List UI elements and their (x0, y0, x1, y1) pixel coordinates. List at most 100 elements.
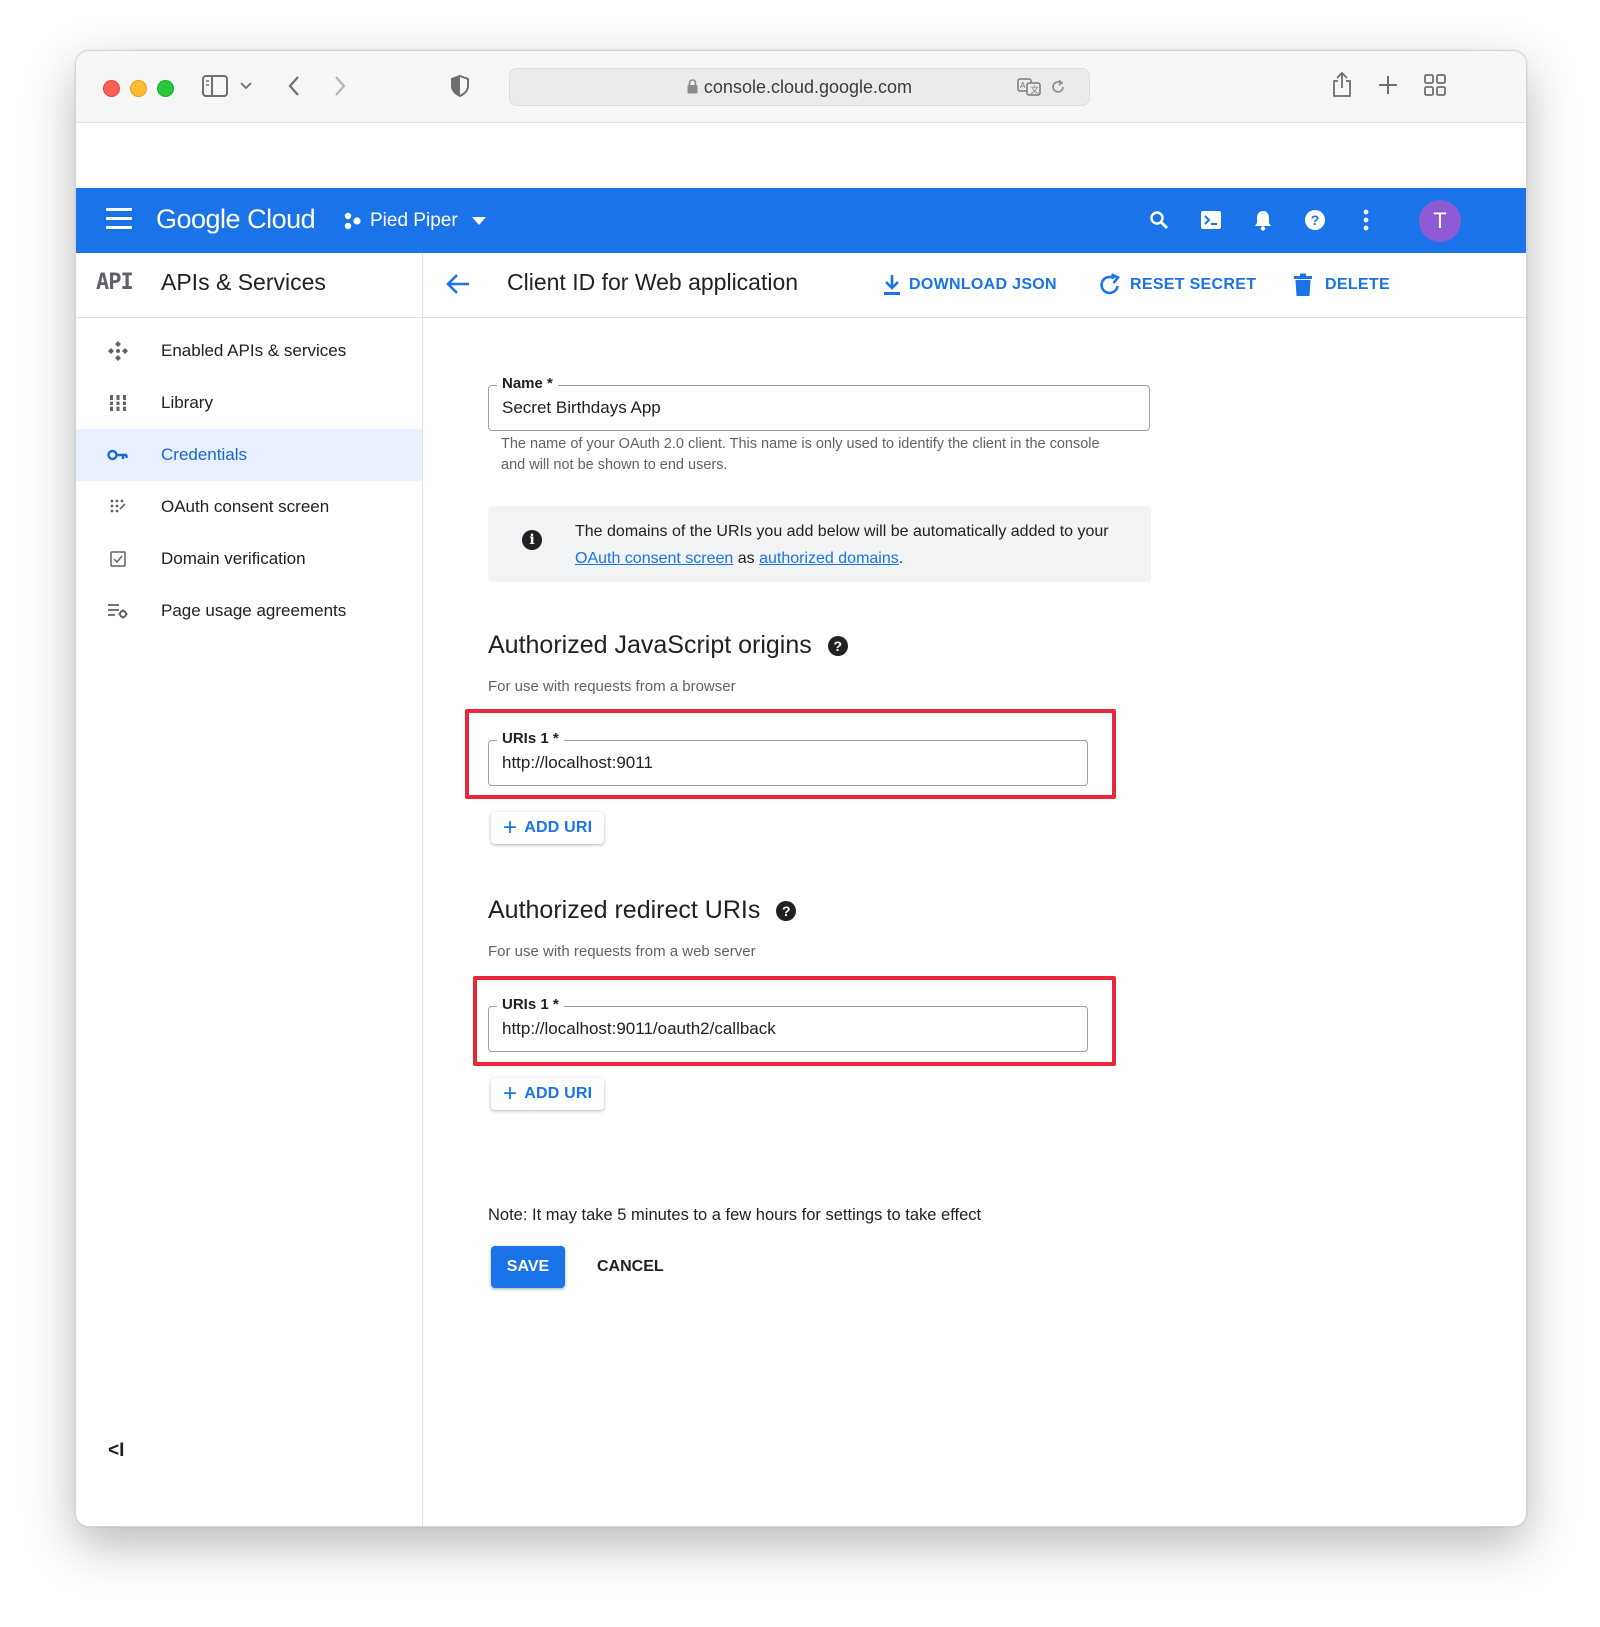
js-origins-title: Authorized JavaScript origins (488, 631, 812, 659)
sidebar-item-label: OAuth consent screen (161, 497, 330, 516)
close-window-button[interactable] (103, 80, 120, 97)
project-icon (344, 212, 362, 230)
tab-overview-icon[interactable] (1423, 73, 1447, 97)
consent-icon (106, 495, 130, 519)
sidebar: API APIs & Services Enabled APIs & servi… (76, 253, 423, 1526)
help-circle-icon[interactable]: ? (827, 635, 848, 656)
refresh-icon (1100, 273, 1121, 295)
project-selector[interactable]: Pied Piper (344, 207, 486, 235)
sidebar-title: APIs & Services (161, 269, 326, 295)
sidebar-item-label: Library (161, 393, 213, 412)
page-title: Client ID for Web application (507, 269, 799, 295)
info-banner: i The domains of the URIs you add below … (488, 506, 1151, 582)
info-icon: i (522, 530, 542, 550)
browser-toolbar: console.cloud.google.com 文A (76, 51, 1526, 123)
info-text-start: The domains of the URIs you add below wi… (575, 523, 1109, 540)
sidebar-item-credentials[interactable]: Credentials (76, 429, 422, 481)
translate-icon[interactable]: 文A (1016, 76, 1042, 98)
info-text: The domains of the URIs you add below wi… (575, 518, 1115, 572)
save-button[interactable]: SAVE (491, 1246, 565, 1288)
minimize-window-button[interactable] (130, 80, 147, 97)
name-field-value: Secret Birthdays App (502, 398, 661, 417)
action-bar: Client ID for Web application DOWNLOAD J… (423, 253, 1526, 318)
checkbox-icon (106, 547, 130, 571)
share-icon[interactable] (1330, 69, 1354, 99)
sidebar-item-label: Page usage agreements (161, 601, 347, 620)
sidebar-item-label: Enabled APIs & services (161, 341, 347, 360)
add-js-origin-button[interactable]: + ADD URI (491, 812, 605, 844)
redirect-uris-heading: Authorized redirect URIs ? (488, 896, 797, 925)
avatar[interactable]: T (1419, 200, 1461, 242)
page-top-area (76, 123, 1526, 188)
sidebar-header: API APIs & Services (76, 253, 422, 318)
maximize-window-button[interactable] (157, 80, 174, 97)
reset-secret-button[interactable]: RESET SECRET (1098, 273, 1256, 297)
info-text-middle: as (733, 550, 760, 567)
help-circle-icon[interactable]: ? (776, 900, 797, 921)
svg-text:文: 文 (1030, 84, 1039, 96)
svg-text:?: ? (1311, 212, 1320, 228)
browser-window: console.cloud.google.com 文A Google Cloud (75, 50, 1527, 1527)
oauth-consent-link[interactable]: OAuth consent screen (575, 550, 733, 567)
sidebar-toggle-icon[interactable] (201, 73, 229, 99)
delete-label: DELETE (1325, 276, 1390, 293)
enabled-apis-icon (106, 339, 130, 363)
redirect-uri-value: http://localhost:9011/oauth2/callback (502, 1019, 776, 1038)
shield-icon[interactable] (449, 73, 471, 99)
js-origins-heading: Authorized JavaScript origins ? (488, 631, 848, 660)
plus-icon: + (503, 814, 518, 841)
lock-icon (687, 70, 698, 106)
sidebar-item-label: Domain verification (161, 549, 306, 568)
add-uri-label: ADD URI (524, 1085, 593, 1102)
back-nav-icon[interactable] (283, 73, 305, 99)
sidebar-item-oauth-consent[interactable]: OAuth consent screen (76, 481, 422, 533)
redirect-uris-subtitle: For use with requests from a web server (488, 943, 756, 960)
notifications-icon[interactable] (1248, 205, 1278, 235)
plus-icon: + (503, 1080, 518, 1107)
js-origin-uri-field[interactable]: URIs 1 * http://localhost:9011 (488, 730, 1088, 786)
download-json-button[interactable]: DOWNLOAD JSON (883, 273, 1057, 297)
cancel-button[interactable]: CANCEL (597, 1246, 664, 1288)
delete-button[interactable]: DELETE (1293, 273, 1390, 297)
url-text: console.cloud.google.com (703, 77, 913, 97)
more-vert-icon[interactable] (1351, 205, 1381, 235)
key-icon (106, 443, 130, 467)
sidebar-item-domain-verification[interactable]: Domain verification (76, 533, 422, 585)
new-tab-icon[interactable] (1376, 73, 1400, 97)
settings-list-icon (106, 599, 130, 623)
info-text-end: . (898, 550, 904, 567)
redirect-uri-field[interactable]: URIs 1 * http://localhost:9011/oauth2/ca… (488, 996, 1088, 1052)
sidebar-item-page-usage[interactable]: Page usage agreements (76, 585, 422, 637)
js-origin-uri-value: http://localhost:9011 (502, 753, 653, 772)
cloud-shell-icon[interactable] (1196, 205, 1226, 235)
back-arrow-icon[interactable] (445, 271, 473, 299)
address-bar[interactable]: console.cloud.google.com 文A (509, 68, 1090, 106)
download-icon (884, 275, 900, 295)
main-content: Client ID for Web application DOWNLOAD J… (423, 253, 1526, 1526)
collapse-sidebar-button[interactable]: <I (108, 1440, 124, 1462)
settings-note: Note: It may take 5 minutes to a few hou… (488, 1206, 982, 1224)
authorized-domains-link[interactable]: authorized domains (759, 550, 899, 567)
menu-icon[interactable] (106, 208, 132, 232)
add-uri-label: ADD URI (524, 819, 593, 836)
trash-icon (1294, 273, 1312, 296)
download-json-label: DOWNLOAD JSON (909, 276, 1057, 293)
redirect-uris-title: Authorized redirect URIs (488, 896, 761, 924)
js-origins-subtitle: For use with requests from a browser (488, 678, 736, 695)
sidebar-item-label: Credentials (161, 445, 247, 464)
caret-down-icon (471, 217, 486, 225)
project-name: Pied Piper (370, 210, 458, 231)
google-cloud-logo[interactable]: Google Cloud (156, 202, 316, 236)
sidebar-item-library[interactable]: Library (76, 377, 422, 429)
sidebar-item-enabled-apis[interactable]: Enabled APIs & services (76, 325, 422, 377)
name-hint: The name of your OAuth 2.0 client. This … (501, 436, 1100, 473)
forward-nav-icon[interactable] (329, 73, 351, 99)
reload-icon[interactable] (1048, 77, 1068, 97)
search-icon[interactable] (1144, 205, 1174, 235)
api-logo: API (96, 270, 134, 295)
chevron-down-icon[interactable] (239, 79, 253, 93)
gcp-header: Google Cloud Pied Piper ? T (76, 188, 1526, 253)
help-icon[interactable]: ? (1300, 205, 1330, 235)
add-redirect-uri-button[interactable]: + ADD URI (491, 1078, 605, 1110)
name-field[interactable]: Name * Secret Birthdays App (488, 375, 1150, 431)
